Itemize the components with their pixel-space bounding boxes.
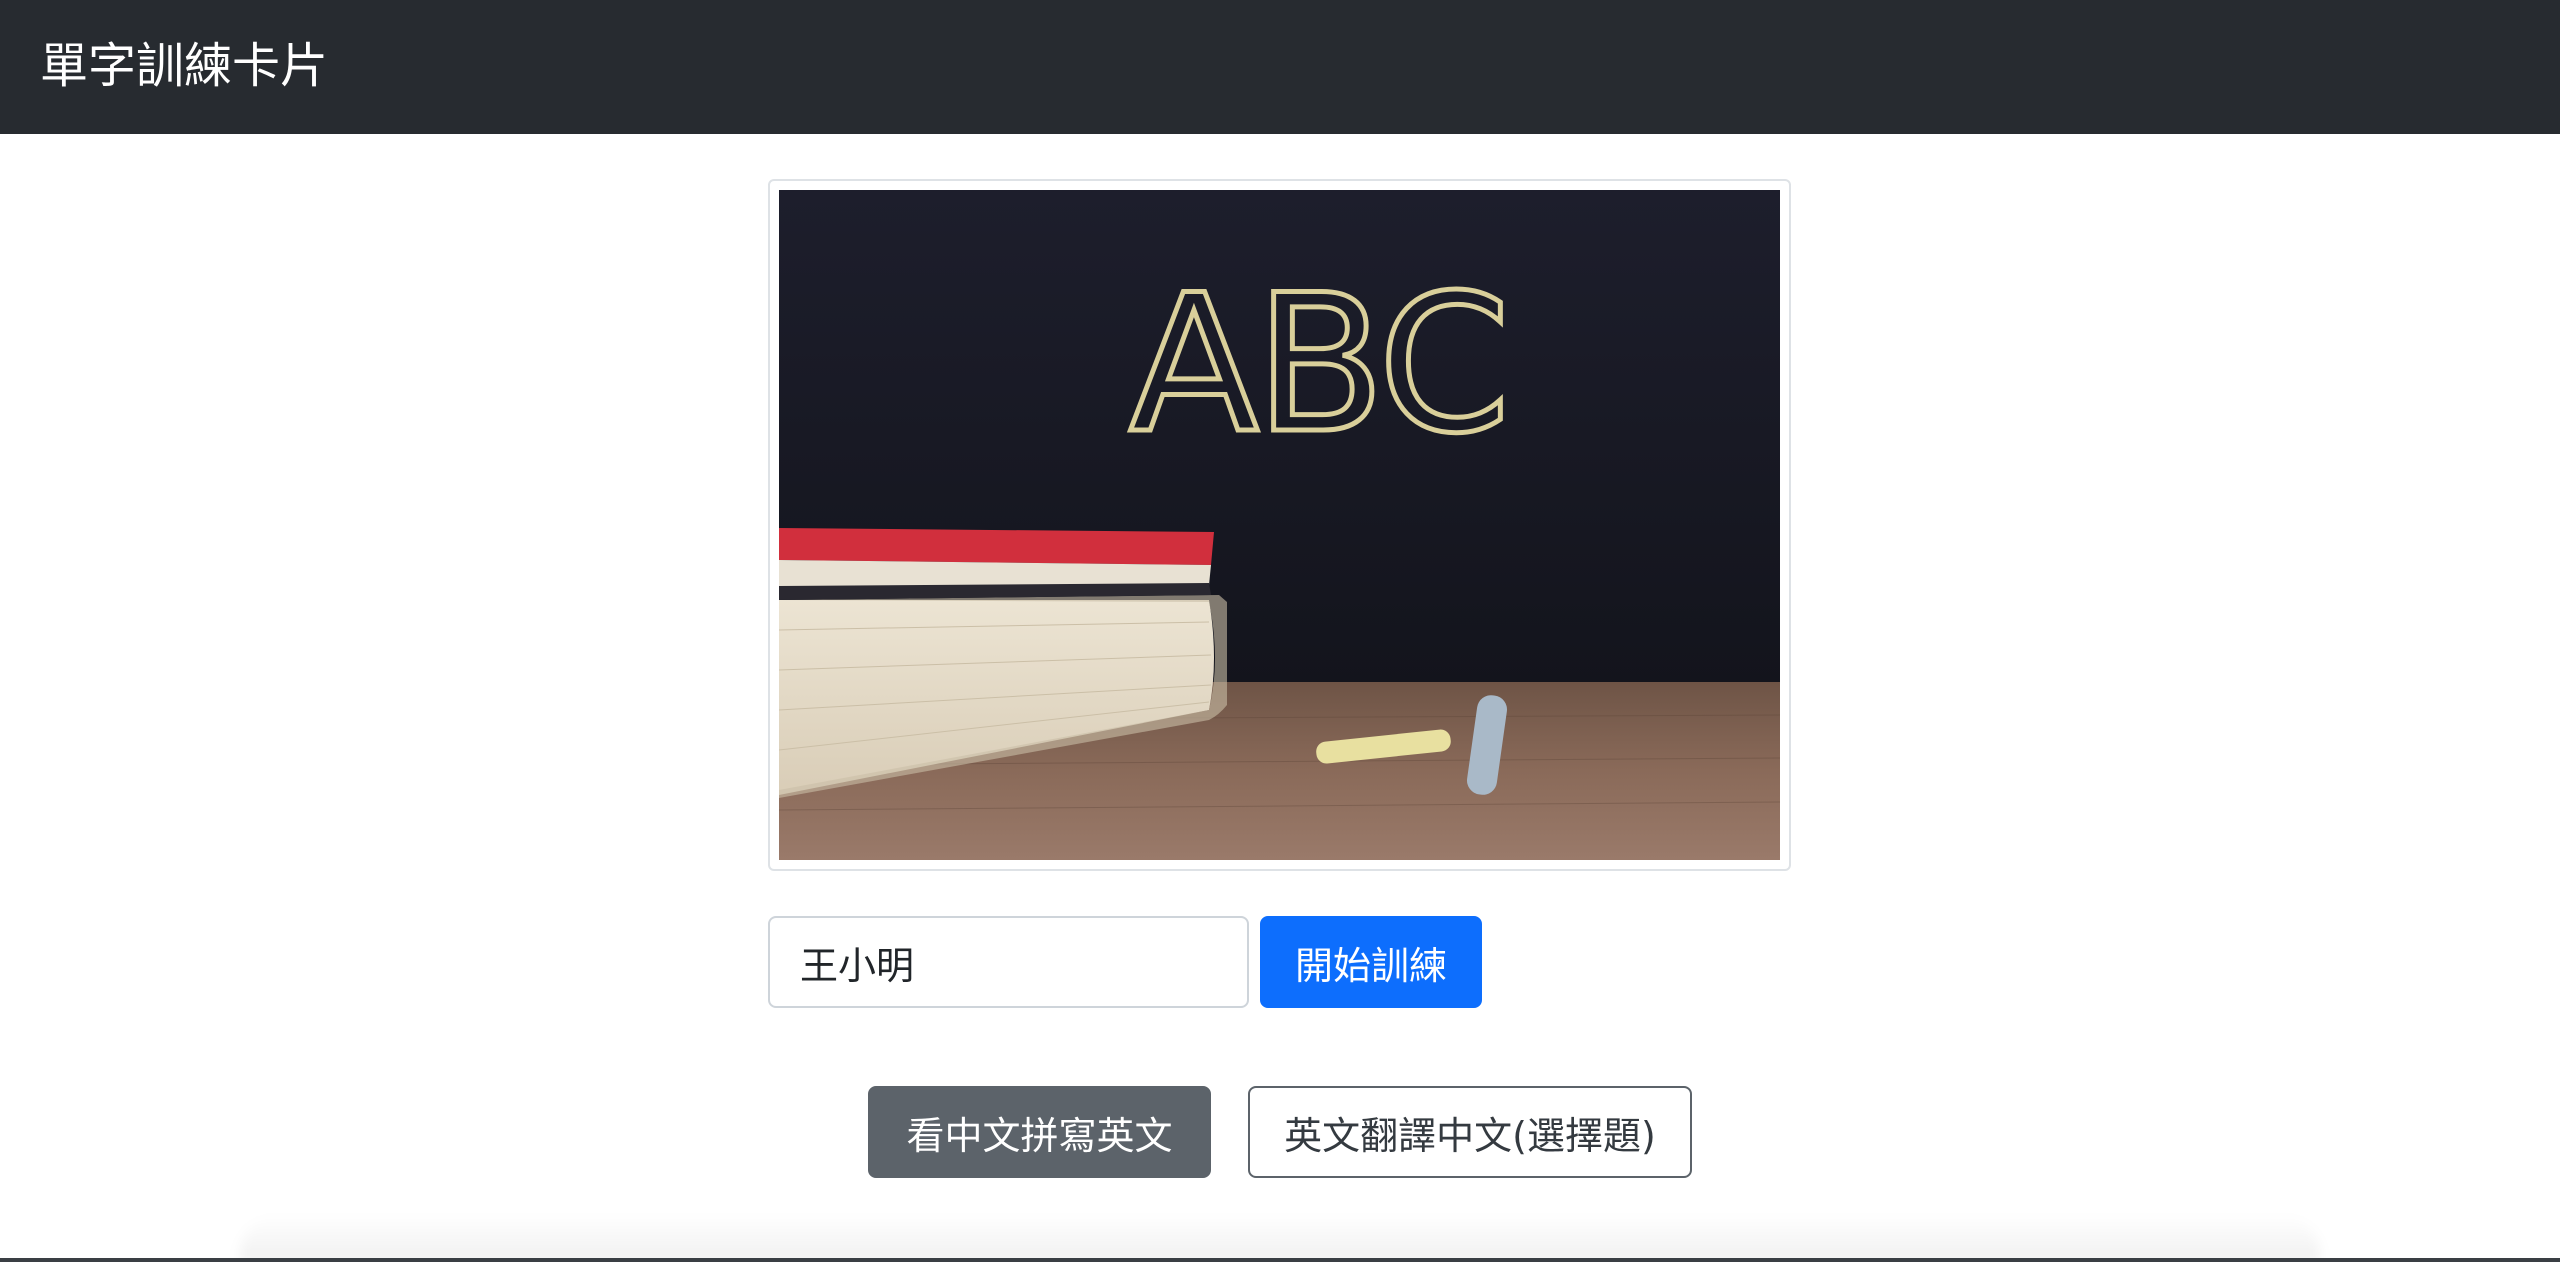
top-book-cover — [779, 528, 1214, 565]
bottom-edge — [0, 1258, 2560, 1262]
bottom-shadow — [240, 1215, 2320, 1262]
name-input[interactable] — [768, 916, 1249, 1008]
translate-chinese-mode-button[interactable]: 英文翻譯中文(選擇題) — [1248, 1086, 1692, 1178]
hero-image-frame: ABC — [768, 179, 1791, 871]
chalkboard-text: ABC — [1129, 254, 1507, 475]
navbar-brand[interactable]: 單字訓練卡片 — [40, 34, 328, 98]
spell-english-mode-button[interactable]: 看中文拼寫英文 — [868, 1086, 1211, 1178]
classroom-photo: ABC — [779, 190, 1780, 860]
start-training-button[interactable]: 開始訓練 — [1260, 916, 1482, 1008]
navbar: 單字訓練卡片 — [0, 0, 2560, 134]
